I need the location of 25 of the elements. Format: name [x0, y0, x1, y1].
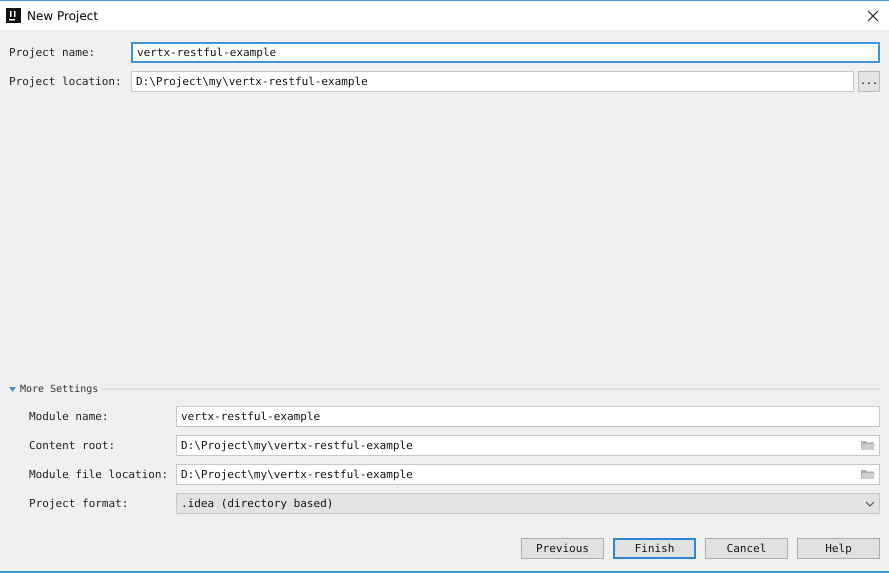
folder-icon[interactable] [861, 469, 875, 480]
field-label: Project location: [9, 75, 123, 88]
text-field[interactable]: D:\Project\my\vertx-restful-example [176, 435, 880, 456]
dialog-button[interactable]: Cancel [705, 538, 788, 559]
dialog-button[interactable]: Previous [521, 538, 604, 559]
window-title: New Project [27, 8, 100, 22]
chevron-down-icon[interactable] [865, 500, 875, 506]
text-field[interactable]: vertx-restful-example [176, 406, 880, 427]
close-icon[interactable] [867, 10, 879, 22]
text-field[interactable]: vertx-restful-example [131, 42, 880, 63]
expand-arrow-icon[interactable] [9, 386, 16, 392]
text-field[interactable]: D:\Project\my\vertx-restful-example [176, 464, 880, 485]
format-dropdown[interactable]: .idea (directory based) [176, 493, 880, 514]
folder-icon[interactable] [861, 440, 875, 451]
field-label: Project name: [9, 46, 96, 59]
app-logo-icon [6, 8, 21, 23]
field-label: Module file location: [29, 468, 170, 481]
text-field[interactable]: D:\Project\my\vertx-restful-example [131, 71, 854, 92]
dialog-button[interactable]: Finish [613, 538, 696, 559]
section-title[interactable]: More Settings [20, 384, 98, 394]
field-label: Project format: [29, 497, 130, 510]
dialog-button[interactable]: Help [797, 538, 880, 559]
field-label: Content root: [29, 439, 116, 452]
field-label: Module name: [29, 410, 110, 423]
browse-button[interactable]: ... [858, 71, 880, 92]
